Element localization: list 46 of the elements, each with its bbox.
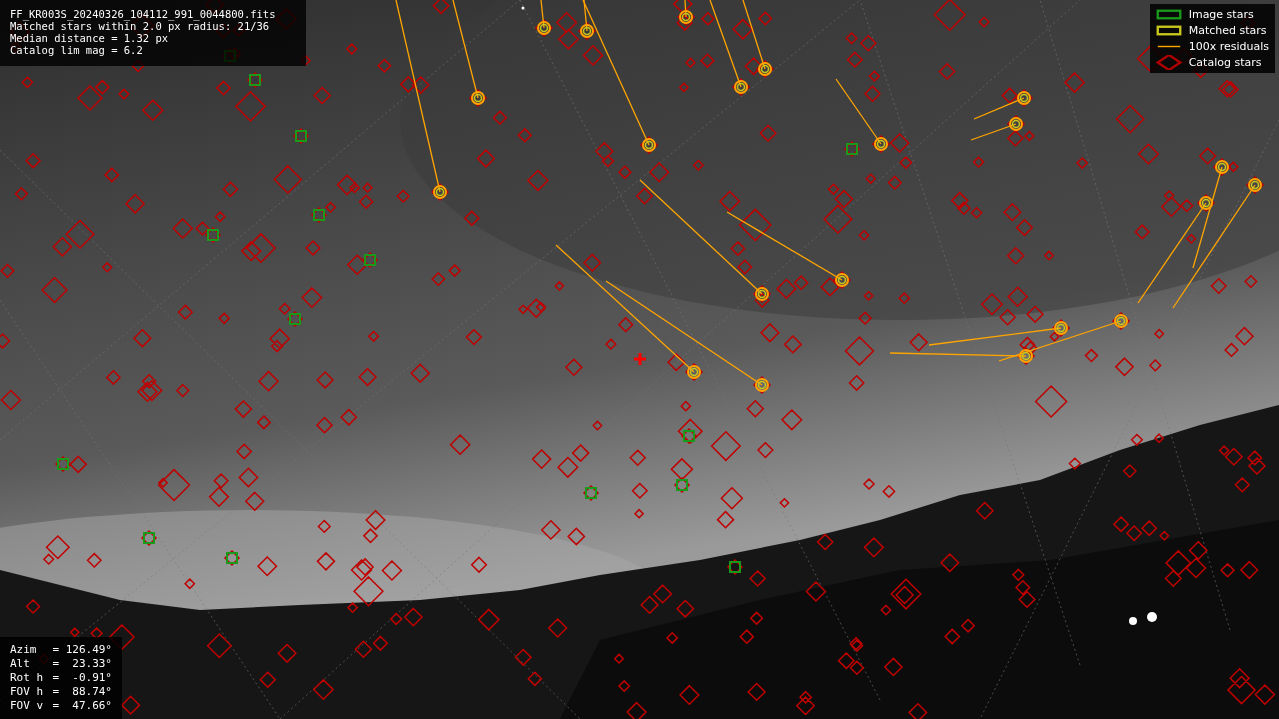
info-text: Matched stars within 2.0 px radius: 21/36 — [10, 20, 270, 32]
matched-star-marker — [1215, 160, 1229, 174]
pointing-label: FOV h — [10, 685, 45, 699]
residual-line — [973, 97, 1025, 120]
residual-line — [970, 123, 1017, 141]
legend-label: Catalog stars — [1188, 56, 1262, 69]
matched-star-marker — [758, 62, 772, 76]
matched-star-marker — [1009, 117, 1023, 131]
residual-line — [835, 78, 882, 145]
matched-star-marker — [679, 10, 693, 24]
legend-label: Image stars — [1188, 8, 1254, 21]
residual-line — [540, 0, 545, 29]
legend-label: Matched stars — [1188, 24, 1267, 37]
matched-star-marker — [1248, 178, 1262, 192]
pointing-value: = 23.33° — [52, 657, 112, 671]
matched-star-marker — [755, 378, 769, 392]
matched-star-marker — [755, 287, 769, 301]
matched-star-marker — [734, 80, 748, 94]
info-text: Median distance = 1.32 px — [10, 32, 170, 44]
pointing-value: = 126.49° — [52, 643, 112, 657]
pointing-label: FOV v — [10, 699, 45, 713]
legend-label: 100x residuals — [1188, 40, 1269, 53]
matched-star-marker — [874, 137, 888, 151]
matched-star-marker — [471, 91, 485, 105]
matched-star-marker — [580, 24, 594, 38]
pointing-value: = 88.74° — [52, 685, 112, 699]
matched-star-marker — [642, 138, 656, 152]
pointing-label: Azim — [10, 643, 38, 657]
pointing-value: = 47.66° — [52, 699, 112, 713]
matched-star-marker — [835, 273, 849, 287]
matched-star-marker — [537, 21, 551, 35]
matched-star-marker — [1054, 321, 1068, 335]
pointing-label: Alt — [10, 657, 31, 671]
matched-star-marker — [433, 185, 447, 199]
crosshair-icon — [632, 351, 648, 367]
info-text: FF_KR003S_20240326_104112_991_0044800.fits — [10, 8, 277, 20]
matched-star-marker — [1114, 314, 1128, 328]
pointing-label: Rot h — [10, 671, 45, 685]
residual-line — [684, 0, 687, 18]
info-text: Catalog lim mag = 6.2 — [10, 44, 144, 56]
residual-line — [742, 0, 766, 70]
matched-star-marker — [687, 365, 701, 379]
matched-star-marker — [1199, 196, 1213, 210]
matched-star-marker — [1017, 91, 1031, 105]
matched-star-marker — [1019, 349, 1033, 363]
pointing-value: = -0.91° — [52, 671, 112, 685]
